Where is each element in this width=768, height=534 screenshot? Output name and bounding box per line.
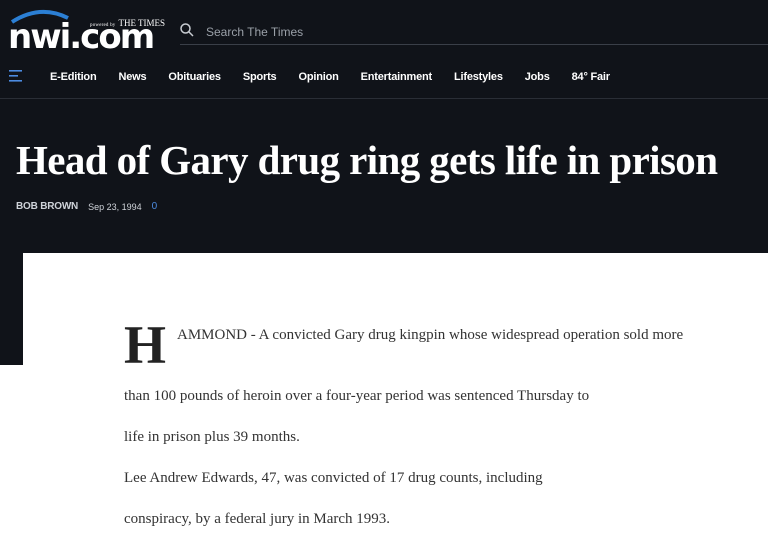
- byline: BOB BROWN Sep 23, 1994 0: [16, 201, 157, 212]
- main-nav: E-Edition News Obituaries Sports Opinion…: [0, 64, 768, 99]
- paragraph: Lee Andrew Edwards, 47, was convicted of…: [124, 470, 543, 486]
- nav-item-opinion[interactable]: Opinion: [298, 71, 338, 83]
- nav-item-obituaries[interactable]: Obituaries: [168, 71, 221, 83]
- comment-count[interactable]: 0: [152, 201, 158, 212]
- logo-powered-by: powered by THE TIMES: [90, 18, 165, 28]
- nav-item-lifestyles[interactable]: Lifestyles: [454, 71, 503, 83]
- first-paragraph: AMMOND - A convicted Gary drug kingpin w…: [177, 327, 684, 343]
- dropcap: H: [124, 315, 167, 375]
- logo-powered-name: THE TIMES: [118, 18, 166, 28]
- publish-date: Sep 23, 1994: [88, 201, 142, 212]
- nav-items: E-Edition News Obituaries Sports Opinion…: [50, 64, 632, 90]
- paragraph: than 100 pounds of heroin over a four-ye…: [124, 388, 590, 404]
- nav-item-jobs[interactable]: Jobs: [525, 71, 550, 83]
- nav-item-entertainment[interactable]: Entertainment: [361, 71, 433, 83]
- site-logo[interactable]: nwi.com powered by THE TIMES: [8, 6, 165, 56]
- article-headline: Head of Gary drug ring gets life in pris…: [16, 137, 718, 183]
- menu-icon[interactable]: [9, 69, 23, 83]
- author-link[interactable]: BOB BROWN: [16, 201, 78, 212]
- nav-item-e-edition[interactable]: E-Edition: [50, 71, 97, 83]
- search-icon[interactable]: [180, 23, 194, 37]
- nav-item-sports[interactable]: Sports: [243, 71, 277, 83]
- nav-item-news[interactable]: News: [118, 71, 146, 83]
- nav-item-weather[interactable]: 84° Fair: [572, 71, 610, 83]
- search-bar: [180, 20, 768, 45]
- logo-powered-small: powered by: [90, 23, 116, 28]
- paragraph: life in prison plus 39 months.: [124, 429, 300, 445]
- paragraph: conspiracy, by a federal jury in March 1…: [124, 511, 391, 527]
- search-input[interactable]: [204, 20, 748, 44]
